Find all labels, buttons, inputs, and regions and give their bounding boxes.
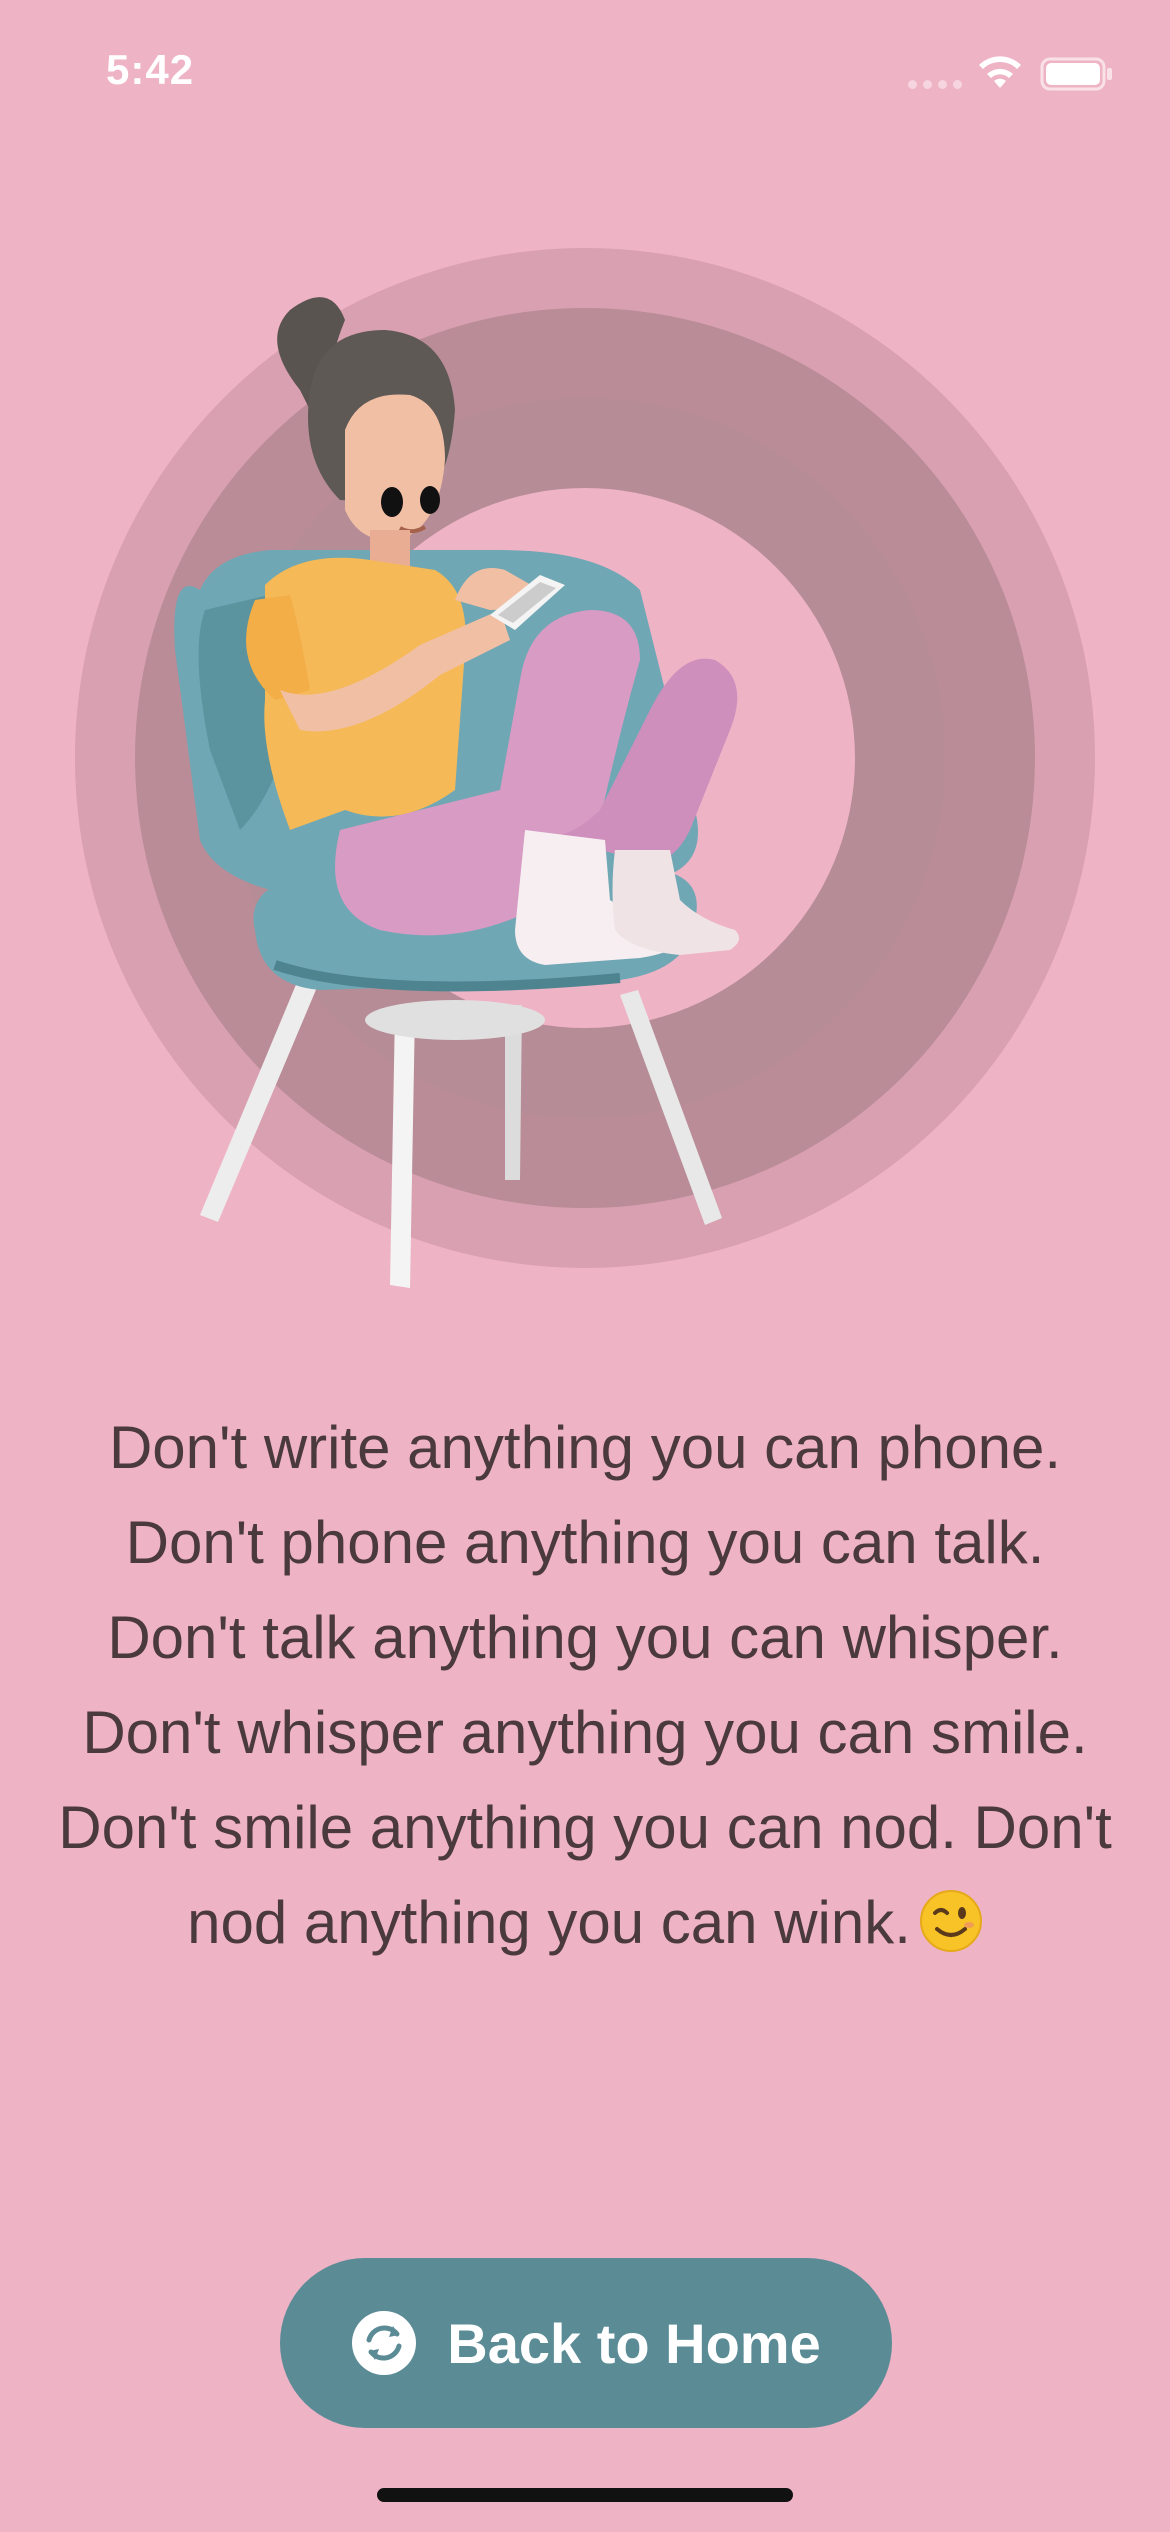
back-to-home-button[interactable]: Back to Home (280, 2258, 892, 2428)
battery-icon (1040, 57, 1112, 91)
signal-dots-icon (908, 80, 962, 89)
status-time: 5:42 (106, 46, 195, 93)
quote-text: Don't write anything you can phone. Don'… (50, 1400, 1120, 1970)
hero-illustration (75, 248, 1095, 1288)
home-indicator[interactable] (377, 2488, 793, 2502)
quote-message: Don't write anything you can phone. Don'… (58, 1414, 1112, 1956)
back-to-home-label: Back to Home (447, 2311, 821, 2375)
refresh-circle-icon (352, 2311, 417, 2375)
winking-face-emoji-icon (919, 1890, 982, 1952)
status-bar: 5:42 (0, 0, 1170, 150)
wifi-icon (979, 56, 1021, 88)
